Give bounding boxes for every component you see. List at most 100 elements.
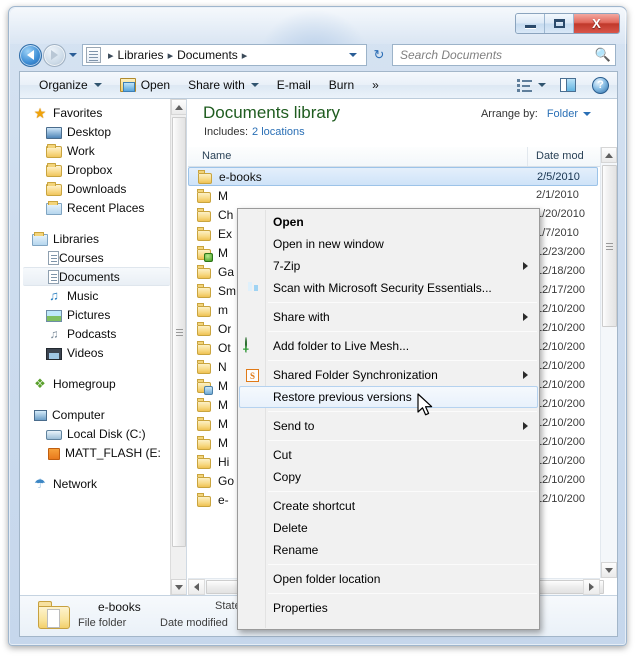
menu-item-rename[interactable]: Rename (239, 539, 538, 561)
sidebar-group-homegroup[interactable]: ❖ Homegroup (20, 374, 170, 393)
sidebar-item-matt-flash-e[interactable]: MATT_FLASH (E: (20, 443, 170, 462)
maximize-button[interactable] (545, 14, 574, 33)
search-box[interactable]: Search Documents 🔍 (392, 44, 616, 66)
file-row[interactable]: M 2/1/2010 (188, 186, 600, 205)
sidebar-item-local-disk-c[interactable]: Local Disk (C:) (20, 424, 170, 443)
file-date-modified: 12/17/200 (536, 281, 585, 300)
sidebar-item-documents[interactable]: Documents (23, 267, 170, 286)
file-name: M (218, 189, 228, 203)
sidebar-item-podcasts[interactable]: ♫ Podcasts (20, 324, 170, 343)
file-name: Sm (218, 284, 236, 298)
scroll-down-button[interactable] (601, 562, 617, 578)
file-name: M (218, 398, 228, 412)
scroll-left-button[interactable] (188, 579, 205, 595)
breadcrumb-dropdown[interactable] (342, 53, 364, 57)
sidebar-item-courses[interactable]: Courses (20, 248, 170, 267)
recent-pages-dropdown[interactable] (66, 44, 80, 66)
menu-item-properties[interactable]: Properties (239, 597, 538, 619)
menu-item-open[interactable]: Open (239, 211, 538, 233)
scrollbar-grip-icon (176, 329, 183, 330)
menu-item-open-in-new-window[interactable]: Open in new window (239, 233, 538, 255)
includes-locations-link[interactable]: 2 locations (252, 126, 305, 138)
share-with-button[interactable]: Share with (179, 74, 268, 96)
breadcrumb-separator-icon: ▸ (108, 49, 114, 62)
overflow-chevrons-button[interactable]: » (363, 74, 388, 96)
forward-arrow-icon (51, 50, 58, 60)
close-button[interactable]: X (574, 14, 619, 33)
breadcrumb[interactable]: ▸ Libraries ▸ Documents ▸ (82, 44, 367, 66)
file-name: Ga (218, 265, 234, 279)
forward-button[interactable] (43, 44, 66, 67)
file-name: Or (218, 322, 231, 336)
scroll-up-button[interactable] (171, 99, 187, 115)
file-date-modified: 12/10/200 (536, 490, 585, 509)
menu-item-label: Add folder to Live Mesh... (273, 339, 409, 353)
minimize-button[interactable] (516, 14, 545, 33)
scroll-right-button[interactable] (583, 579, 600, 595)
sidebar-item-downloads[interactable]: Downloads (20, 179, 170, 198)
menu-item-create-shortcut[interactable]: Create shortcut (239, 495, 538, 517)
menu-item-shared-folder-synchronization[interactable]: SShared Folder Synchronization (239, 364, 538, 386)
sidebar-group-network[interactable]: ☂ Network (20, 474, 170, 493)
breadcrumb-item-libraries[interactable]: Libraries (118, 48, 164, 62)
menu-item-add-folder-to-live-mesh[interactable]: Add folder to Live Mesh... (239, 335, 538, 357)
file-row[interactable]: e-books2/5/2010 (188, 167, 598, 186)
chevron-down-icon (583, 112, 591, 116)
sidebar-item-pictures[interactable]: Pictures (20, 305, 170, 324)
search-input[interactable]: Search Documents (400, 48, 595, 62)
sidebar-group-favorites[interactable]: ★ Favorites (20, 103, 170, 122)
sidebar-item-work[interactable]: Work (20, 141, 170, 160)
sidebar-label: Downloads (67, 182, 126, 196)
menu-item-copy[interactable]: Copy (239, 466, 538, 488)
sidebar-group-computer[interactable]: Computer (20, 405, 170, 424)
desktop-background: X ▸ Libraries ▸ Documents ▸ (0, 0, 635, 656)
organize-label: Organize (39, 78, 88, 92)
show-preview-pane-icon[interactable] (560, 78, 576, 92)
email-button[interactable]: E-mail (268, 74, 320, 96)
burn-label: Burn (329, 78, 354, 92)
arrange-by-value[interactable]: Folder (547, 108, 578, 120)
back-button[interactable] (19, 44, 42, 67)
includes-label: Includes: (204, 126, 248, 138)
arrange-by-control[interactable]: Arrange by: Folder (481, 108, 591, 120)
organize-button[interactable]: Organize (30, 74, 111, 96)
file-date-modified: 2/1/2010 (536, 186, 579, 205)
file-list-vertical-scrollbar[interactable] (600, 147, 617, 578)
column-header-name-label: Name (202, 150, 231, 162)
sidebar-group-libraries[interactable]: Libraries (20, 229, 170, 248)
sidebar-item-dropbox[interactable]: Dropbox (20, 160, 170, 179)
scroll-up-button[interactable] (601, 147, 617, 163)
column-header-name[interactable] (188, 147, 528, 166)
command-bar-right-group: ? (517, 77, 617, 94)
folder-icon (196, 283, 212, 299)
change-view-button[interactable] (517, 79, 546, 92)
menu-item-delete[interactable]: Delete (239, 517, 538, 539)
menu-item-send-to[interactable]: Send to (239, 415, 538, 437)
menu-item-open-folder-location[interactable]: Open folder location (239, 568, 538, 590)
removable-drive-icon (48, 448, 60, 460)
refresh-button[interactable]: ↻ (368, 44, 390, 66)
chevron-right-icon (589, 583, 594, 591)
menu-item-cut[interactable]: Cut (239, 444, 538, 466)
details-type: File folder (78, 617, 126, 629)
help-icon[interactable]: ? (592, 77, 609, 94)
navigation-pane-scrollbar[interactable] (170, 99, 186, 595)
sidebar-item-videos[interactable]: Videos (20, 343, 170, 362)
scrollbar-thumb[interactable] (172, 117, 186, 547)
file-date-modified: 1/7/2010 (536, 224, 579, 243)
sidebar-item-recent-places[interactable]: Recent Places (20, 198, 170, 217)
menu-item-restore-previous-versions[interactable]: Restore previous versions (239, 386, 538, 408)
context-menu[interactable]: OpenOpen in new window7-ZipScan with Mic… (237, 208, 540, 630)
menu-item-7-zip[interactable]: 7-Zip (239, 255, 538, 277)
file-date-modified: 12/10/200 (536, 300, 585, 319)
menu-item-share-with[interactable]: Share with (239, 306, 538, 328)
breadcrumb-item-documents[interactable]: Documents (177, 48, 238, 62)
menu-item-scan-with-microsoft-security-essentials[interactable]: Scan with Microsoft Security Essentials.… (239, 277, 538, 299)
burn-button[interactable]: Burn (320, 74, 363, 96)
email-label: E-mail (277, 78, 311, 92)
sidebar-item-music[interactable]: ♫ Music (20, 286, 170, 305)
scrollbar-thumb[interactable] (602, 165, 617, 327)
open-button[interactable]: Open (111, 74, 179, 96)
scroll-down-button[interactable] (171, 579, 187, 595)
sidebar-item-desktop[interactable]: Desktop (20, 122, 170, 141)
